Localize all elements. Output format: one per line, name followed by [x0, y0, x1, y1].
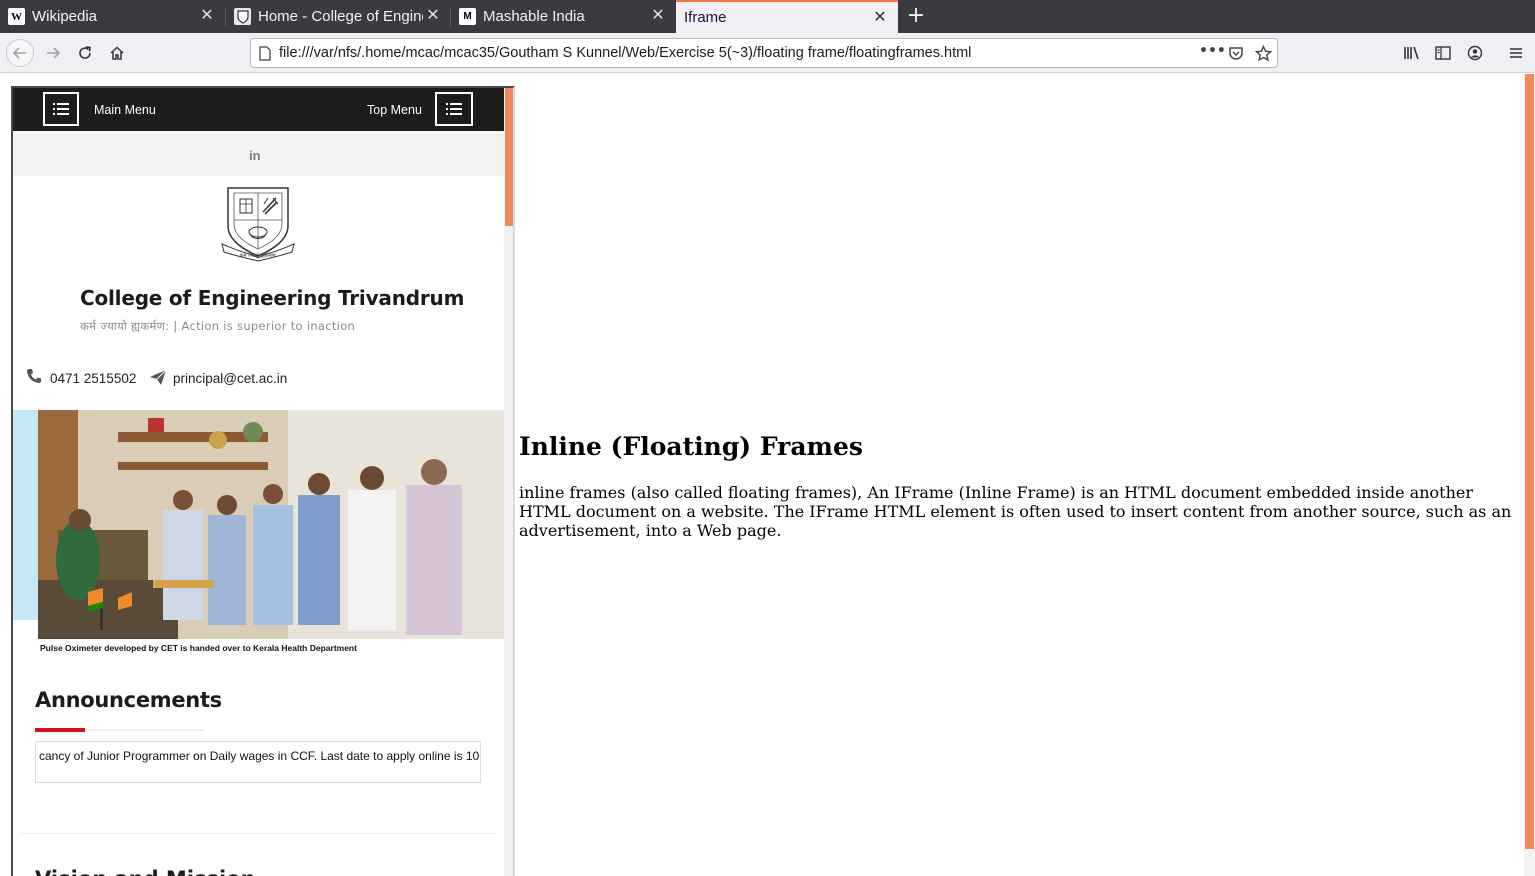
mashable-icon: M [459, 8, 476, 25]
list-menu-icon [446, 103, 462, 115]
site-motto: कर्म ज्यायो ह्यकर्मण: | Action is superi… [80, 319, 356, 333]
iframe-scrollbar[interactable] [504, 88, 513, 876]
close-tab-icon[interactable]: ✕ [199, 7, 215, 25]
wikipedia-icon: W [8, 8, 25, 25]
url-bar[interactable]: file:///var/nfs/.home/mcac/mcac35/Goutha… [250, 38, 1278, 68]
main-menu-label[interactable]: Main Menu [94, 103, 156, 117]
hamburger-menu-icon [1510, 48, 1522, 58]
vision-mission-heading: Vision and Mission [35, 867, 256, 876]
forward-button[interactable] [39, 39, 67, 67]
section-divider [21, 833, 496, 834]
sidebar-button[interactable] [1429, 39, 1457, 67]
new-tab-button[interactable]: + [904, 3, 928, 29]
phone-icon [26, 368, 42, 388]
pocket-icon[interactable] [1228, 45, 1244, 65]
tab-mashable-india[interactable]: M Mashable India ✕ [451, 0, 676, 33]
top-menu-label[interactable]: Top Menu [367, 103, 422, 117]
home-button[interactable] [103, 39, 131, 67]
top-menu-button[interactable] [435, 92, 473, 126]
slider-accent [13, 410, 38, 620]
linkedin-icon[interactable]: in [249, 148, 261, 163]
phone-number[interactable]: 0471 2515502 [50, 371, 136, 386]
account-button[interactable] [1461, 39, 1489, 67]
page-icon [259, 46, 271, 65]
account-icon [1467, 45, 1483, 61]
library-icon [1404, 46, 1419, 60]
back-button[interactable] [6, 39, 34, 67]
home-icon [110, 46, 124, 60]
email-address[interactable]: principal@cet.ac.in [173, 371, 287, 386]
page-actions-icon[interactable]: ••• [1199, 43, 1226, 59]
forward-arrow-icon [47, 47, 61, 59]
close-tab-icon[interactable]: ✕ [650, 7, 666, 25]
announcements-heading: Announcements [35, 688, 222, 712]
url-text[interactable]: file:///var/nfs/.home/mcac/mcac35/Goutha… [279, 45, 971, 61]
page-scrollbar-thumb[interactable] [1525, 74, 1534, 849]
send-icon [149, 369, 167, 390]
tab-wikipedia[interactable]: W Wikipedia ✕ [0, 0, 225, 33]
site-top-bar: Main Menu Top Menu [13, 88, 504, 131]
library-button[interactable] [1398, 39, 1426, 67]
college-crest-icon [234, 8, 251, 25]
crest-motto: कर्म ज्यायो ह्यकर्मणः [240, 252, 278, 259]
page-paragraph: inline frames (also called floating fram… [519, 483, 1512, 540]
floating-iframe[interactable]: Main Menu Top Menu in कर्म ज्यायो ह्यकर्… [11, 86, 515, 876]
site-title[interactable]: College of Engineering Trivandrum [80, 286, 464, 310]
reload-button[interactable] [71, 39, 99, 67]
tab-label: Mashable India [483, 8, 585, 25]
page-heading: Inline (Floating) Frames [519, 432, 863, 461]
page-scrollbar[interactable] [1524, 74, 1535, 876]
list-menu-icon [53, 103, 69, 115]
navigation-toolbar: file:///var/nfs/.home/mcac/mcac35/Goutha… [0, 33, 1535, 73]
announcements-underline [35, 728, 85, 732]
iframe-scrollbar-thumb[interactable] [505, 88, 513, 226]
reload-icon [79, 46, 91, 59]
close-tab-icon[interactable]: ✕ [872, 9, 888, 27]
college-crest-logo: कर्म ज्यायो ह्यकर्मणः [221, 187, 295, 262]
main-menu-button[interactable] [43, 92, 79, 126]
sidebar-icon [1435, 46, 1451, 60]
tab-college-of-engineering[interactable]: Home - College of Engineering Trivandrum… [226, 0, 451, 33]
close-tab-icon[interactable]: ✕ [425, 7, 441, 25]
bookmark-star-icon[interactable] [1254, 44, 1273, 66]
announcement-text[interactable]: cancy of Junior Programmer on Daily wage… [39, 749, 480, 763]
news-slider-photo[interactable] [38, 410, 504, 639]
announcements-divider [85, 729, 203, 731]
tab-label: Iframe [684, 9, 727, 26]
tab-iframe[interactable]: Iframe ✕ [676, 0, 898, 33]
app-menu-button[interactable] [1502, 39, 1530, 67]
tab-strip: W Wikipedia ✕ Home - College of Engineer… [0, 0, 1535, 33]
tab-label: Wikipedia [32, 8, 98, 25]
back-arrow-icon [12, 47, 26, 59]
announcements-ticker[interactable]: cancy of Junior Programmer on Daily wage… [35, 741, 481, 783]
tab-label: Home - College of Engineering Trivandrum [258, 8, 423, 25]
photo-caption: Pulse Oximeter developed by CET is hande… [40, 643, 357, 653]
